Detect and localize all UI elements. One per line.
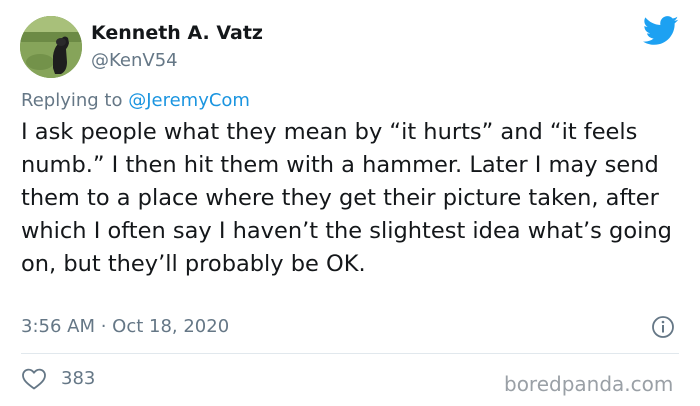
info-icon[interactable] [651,315,675,339]
twitter-bird-icon[interactable] [643,16,679,46]
author-handle[interactable]: @KenV54 [91,50,178,71]
reply-user-link[interactable]: @JeremyCom [128,90,250,111]
tweet-card: Kenneth A. Vatz @KenV54 Replying to @Jer… [0,0,700,406]
tweet-timestamp[interactable]: 3:56 AM · Oct 18, 2020 [21,316,229,337]
tweet-text: I ask people what they mean by “it hurts… [21,119,672,277]
heart-icon[interactable] [21,367,47,391]
watermark: boredpanda.com [504,372,674,396]
reply-prefix: Replying to [21,90,129,111]
author-name[interactable]: Kenneth A. Vatz [91,22,263,44]
avatar-dog-image [20,16,82,78]
like-count: 383 [61,368,96,389]
reply-context: Replying to @JeremyCom [21,90,250,111]
avatar[interactable] [20,16,82,78]
divider [21,353,679,354]
